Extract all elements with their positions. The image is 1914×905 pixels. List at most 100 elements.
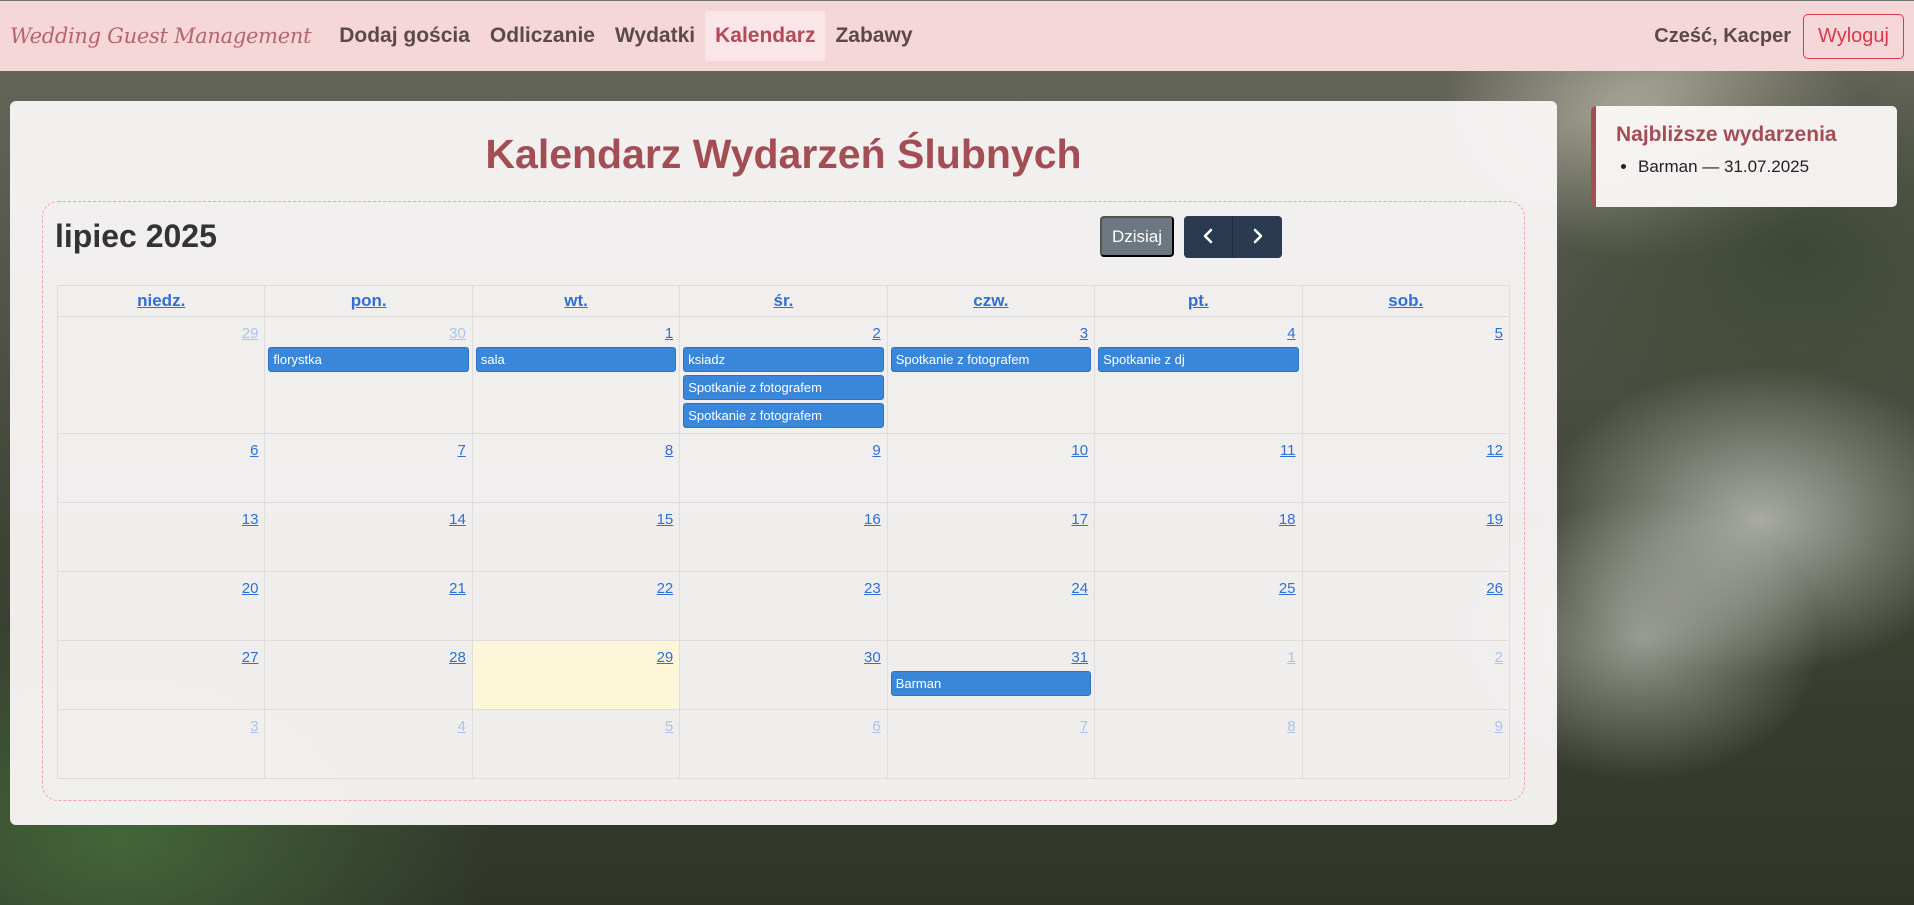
calendar-day-cell[interactable]: 2 [1301, 640, 1511, 710]
day-number[interactable]: 5 [1303, 317, 1509, 347]
calendar-day-cell[interactable]: 7 [886, 709, 1096, 779]
day-number[interactable]: 29 [58, 317, 264, 347]
calendar-event[interactable]: sala [475, 347, 677, 372]
nav-link-odliczanie[interactable]: Odliczanie [480, 11, 605, 61]
nav-link-dodaj-goscia[interactable]: Dodaj gościa [329, 11, 480, 61]
day-number[interactable]: 17 [888, 503, 1094, 533]
day-number[interactable]: 23 [680, 572, 886, 602]
calendar-day-cell[interactable]: 5 [471, 709, 681, 779]
calendar-day-cell[interactable]: 1 [1094, 640, 1303, 710]
day-number[interactable]: 29 [473, 641, 679, 671]
calendar-day-cell[interactable]: 10 [886, 433, 1096, 503]
calendar-day-cell[interactable]: 14 [264, 502, 473, 572]
calendar-day-cell[interactable]: 6 [56, 433, 266, 503]
calendar-day-cell[interactable]: 16 [679, 502, 888, 572]
calendar-day-cell[interactable]: 20 [56, 571, 266, 641]
nav-link-wydatki[interactable]: Wydatki [605, 11, 705, 61]
calendar-event[interactable]: Spotkanie z fotografem [890, 347, 1092, 372]
day-number[interactable]: 3 [58, 710, 264, 740]
day-number[interactable]: 28 [265, 641, 471, 671]
calendar-event[interactable]: Spotkanie z fotografem [683, 375, 884, 400]
calendar-day-cell[interactable]: 17 [886, 502, 1096, 572]
calendar-event[interactable]: Spotkanie z dj [1098, 347, 1299, 372]
day-number[interactable]: 24 [888, 572, 1094, 602]
day-number[interactable]: 22 [473, 572, 679, 602]
calendar-day-cell[interactable]: 8 [1094, 709, 1303, 779]
day-number[interactable]: 2 [1303, 641, 1509, 671]
calendar-day-cell[interactable]: 4 [264, 709, 473, 779]
day-number[interactable]: 11 [1095, 434, 1301, 464]
calendar-event[interactable]: florystka [268, 347, 469, 372]
day-number[interactable]: 26 [1303, 572, 1509, 602]
day-number[interactable]: 16 [680, 503, 886, 533]
nav-link-kalendarz[interactable]: Kalendarz [705, 11, 826, 61]
weekday-label[interactable]: pon. [351, 291, 387, 310]
calendar-day-cell[interactable]: 30 florystka [264, 316, 473, 434]
day-number[interactable]: 6 [680, 710, 886, 740]
day-number[interactable]: 25 [1095, 572, 1301, 602]
calendar-day-cell[interactable]: 3 [56, 709, 266, 779]
day-number[interactable]: 2 [680, 317, 886, 347]
calendar-event[interactable]: Spotkanie z fotografem [683, 403, 884, 428]
weekday-label[interactable]: śr. [774, 291, 794, 310]
calendar-day-cell[interactable]: 13 [56, 502, 266, 572]
calendar-event[interactable]: Barman [890, 671, 1092, 696]
day-number[interactable]: 31 [888, 641, 1094, 671]
day-number[interactable]: 30 [680, 641, 886, 671]
logout-button[interactable]: Wyloguj [1803, 13, 1904, 59]
calendar-day-cell[interactable]: 19 [1301, 502, 1511, 572]
calendar-day-cell[interactable]: 5 [1301, 316, 1511, 434]
day-number[interactable]: 9 [1303, 710, 1509, 740]
calendar-event[interactable]: ksiadz [683, 347, 884, 372]
calendar-day-cell[interactable]: 30 [679, 640, 888, 710]
nav-link-zabawy[interactable]: Zabawy [825, 11, 922, 61]
weekday-label[interactable]: czw. [973, 291, 1008, 310]
calendar-day-cell[interactable]: 9 [679, 433, 888, 503]
calendar-day-cell[interactable]: 11 [1094, 433, 1303, 503]
calendar-day-cell[interactable]: 23 [679, 571, 888, 641]
weekday-label[interactable]: niedz. [137, 291, 185, 310]
day-number[interactable]: 15 [473, 503, 679, 533]
calendar-day-cell[interactable]: 9 [1301, 709, 1511, 779]
day-number[interactable]: 19 [1303, 503, 1509, 533]
calendar-day-cell[interactable]: 7 [264, 433, 473, 503]
day-number[interactable]: 3 [888, 317, 1094, 347]
day-number[interactable]: 5 [473, 710, 679, 740]
day-number[interactable]: 8 [473, 434, 679, 464]
calendar-day-cell[interactable]: 31 Barman [886, 640, 1096, 710]
day-number[interactable]: 21 [265, 572, 471, 602]
calendar-day-cell[interactable]: 27 [56, 640, 266, 710]
calendar-day-cell[interactable]: 24 [886, 571, 1096, 641]
calendar-day-cell[interactable]: 25 [1094, 571, 1303, 641]
day-number[interactable]: 4 [265, 710, 471, 740]
calendar-day-cell[interactable]: 3 Spotkanie z fotografem [886, 316, 1096, 434]
day-number[interactable]: 4 [1095, 317, 1301, 347]
today-button[interactable]: Dzisiaj [1100, 216, 1174, 257]
day-number[interactable]: 13 [58, 503, 264, 533]
day-number[interactable]: 27 [58, 641, 264, 671]
weekday-label[interactable]: sob. [1388, 291, 1423, 310]
day-number[interactable]: 30 [265, 317, 471, 347]
weekday-label[interactable]: pt. [1188, 291, 1209, 310]
day-number[interactable]: 7 [888, 710, 1094, 740]
calendar-day-cell[interactable]: 1 sala [471, 316, 681, 434]
calendar-day-cell[interactable]: 12 [1301, 433, 1511, 503]
calendar-day-cell[interactable]: 26 [1301, 571, 1511, 641]
day-number[interactable]: 20 [58, 572, 264, 602]
calendar-day-cell[interactable]: 4 Spotkanie z dj [1094, 316, 1303, 434]
calendar-day-cell[interactable]: 2 ksiadz Spotkanie z fotografem Spotkanie z… [679, 316, 888, 434]
day-number[interactable]: 6 [58, 434, 264, 464]
calendar-day-cell[interactable]: 6 [679, 709, 888, 779]
day-number[interactable]: 8 [1095, 710, 1301, 740]
day-number[interactable]: 14 [265, 503, 471, 533]
day-number[interactable]: 18 [1095, 503, 1301, 533]
day-number[interactable]: 9 [680, 434, 886, 464]
calendar-day-cell[interactable]: 8 [471, 433, 681, 503]
day-number[interactable]: 1 [473, 317, 679, 347]
brand-logo[interactable]: Wedding Guest Management [10, 24, 312, 48]
calendar-day-cell[interactable]: 22 [471, 571, 681, 641]
day-number[interactable]: 10 [888, 434, 1094, 464]
weekday-label[interactable]: wt. [564, 291, 588, 310]
calendar-day-cell[interactable]: 15 [471, 502, 681, 572]
calendar-day-cell[interactable]: 28 [264, 640, 473, 710]
